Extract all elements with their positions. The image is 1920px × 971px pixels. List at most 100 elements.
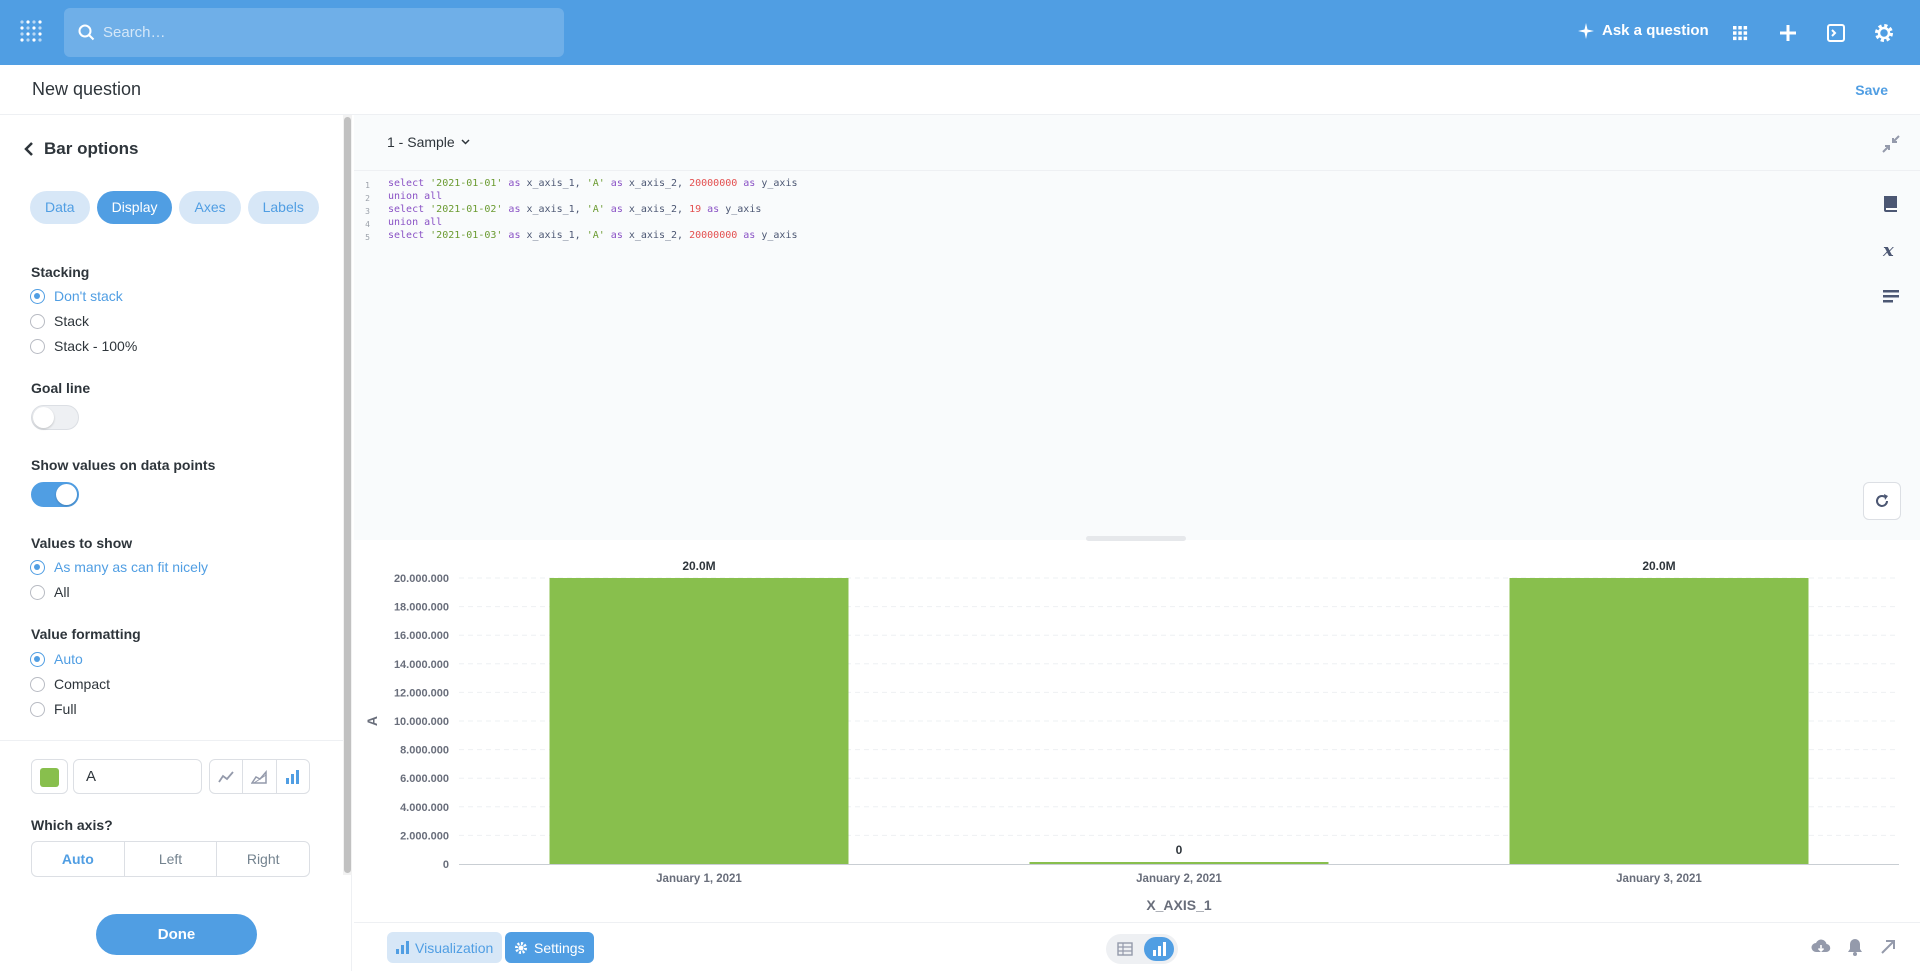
chevron-down-icon xyxy=(461,139,470,145)
run-query-button[interactable] xyxy=(1863,482,1901,520)
radio-stack-100[interactable]: Stack - 100% xyxy=(30,338,137,354)
radio-button[interactable] xyxy=(30,701,45,717)
line-number: 2 xyxy=(365,194,370,203)
code-text: select '2021-01-03' as x_axis_1, 'A' as … xyxy=(388,230,798,241)
scrollbar-thumb[interactable] xyxy=(344,117,351,873)
radio-label: As many as can fit nicely xyxy=(54,559,209,575)
search-input[interactable]: Search… xyxy=(64,8,564,57)
bar[interactable] xyxy=(1509,578,1809,864)
y-tick-label: 10.000.000 xyxy=(394,716,449,728)
axis-auto-option[interactable]: Auto xyxy=(32,842,125,876)
radio-button[interactable] xyxy=(30,338,45,354)
gear-icon[interactable] xyxy=(1872,21,1896,45)
radio-button[interactable] xyxy=(30,651,45,667)
radio-label: Stack xyxy=(54,313,90,329)
refresh-icon xyxy=(1876,494,1888,507)
tab-labels[interactable]: Labels xyxy=(247,191,319,224)
search-icon xyxy=(78,24,95,41)
table-icon xyxy=(1117,942,1133,956)
expand-arrow-icon[interactable] xyxy=(1877,936,1899,958)
sql-editor-icon[interactable] xyxy=(1824,21,1848,45)
settings-tabs: Data Display Axes Labels xyxy=(30,191,319,224)
show-values-toggle[interactable] xyxy=(31,482,79,507)
bar-value-label: 0 xyxy=(1176,843,1183,857)
area-chart-type-button[interactable] xyxy=(243,760,277,793)
bell-icon[interactable] xyxy=(1844,936,1866,958)
radio-button[interactable] xyxy=(30,676,45,692)
bar-chart-icon xyxy=(285,769,299,784)
radio-stack[interactable]: Stack xyxy=(30,313,89,329)
values-to-show-heading: Values to show xyxy=(31,535,133,551)
show-values-heading: Show values on data points xyxy=(31,457,216,473)
table-view-button[interactable] xyxy=(1110,937,1140,961)
plus-icon[interactable] xyxy=(1776,21,1800,45)
series-name-input[interactable]: A xyxy=(73,759,202,794)
y-tick-label: 4.000.000 xyxy=(400,802,449,814)
y-tick-label: 14.000.000 xyxy=(394,659,449,671)
download-icon[interactable] xyxy=(1810,936,1832,958)
grid-icon[interactable] xyxy=(1728,21,1752,45)
y-tick-label: 18.000.000 xyxy=(394,602,449,614)
radio-dont-stack[interactable]: Don't stack xyxy=(30,288,123,304)
done-button[interactable]: Done xyxy=(96,914,257,955)
chevron-left-icon xyxy=(24,142,33,156)
sql-code-area[interactable]: 1 select '2021-01-01' as x_axis_1, 'A' as… xyxy=(354,177,797,242)
goal-line-toggle[interactable] xyxy=(31,405,79,430)
back-to-options-button[interactable]: Bar options xyxy=(24,139,138,159)
radio-full[interactable]: Full xyxy=(30,701,77,717)
code-line[interactable]: 4 union all xyxy=(354,216,797,229)
svg-text:x: x xyxy=(1882,240,1894,261)
tab-axes[interactable]: Axes xyxy=(179,191,241,224)
code-line[interactable]: 3 select '2021-01-02' as x_axis_1, 'A' as… xyxy=(354,203,797,216)
radio-button[interactable] xyxy=(30,313,45,329)
tab-display[interactable]: Display xyxy=(96,191,173,224)
bar[interactable] xyxy=(1029,862,1329,864)
visualization-button[interactable]: Visualization xyxy=(387,932,503,963)
code-line[interactable]: 1 select '2021-01-01' as x_axis_1, 'A' as… xyxy=(354,177,797,190)
metabase-logo[interactable] xyxy=(18,18,46,46)
variable-icon[interactable]: x xyxy=(1880,239,1902,261)
radio-label: Stack - 100% xyxy=(54,338,138,354)
radio-button[interactable] xyxy=(30,584,45,600)
snippets-icon[interactable] xyxy=(1880,285,1902,307)
sparkle-icon xyxy=(1578,22,1594,39)
visualization-label: Visualization xyxy=(415,939,494,956)
code-line[interactable]: 2 union all xyxy=(354,190,797,203)
settings-button[interactable]: Settings xyxy=(505,932,594,963)
bar-chart-icon xyxy=(396,941,409,954)
axis-right-option[interactable]: Right xyxy=(217,842,309,876)
code-line[interactable]: 5 select '2021-01-03' as x_axis_1, 'A' as… xyxy=(354,229,797,242)
radio-button[interactable] xyxy=(30,559,45,575)
x-tick-label: January 2, 2021 xyxy=(1136,873,1222,885)
toggle-knob xyxy=(33,407,54,428)
bar[interactable] xyxy=(549,578,849,864)
radio-all[interactable]: All xyxy=(30,584,70,600)
toggle-knob xyxy=(56,484,77,505)
page-title[interactable]: New question xyxy=(32,79,141,100)
bar-chart-icon xyxy=(1153,942,1166,956)
series-color-picker[interactable] xyxy=(31,759,68,794)
tab-data[interactable]: Data xyxy=(30,191,90,224)
reference-book-icon[interactable] xyxy=(1880,193,1902,215)
ask-question-button[interactable]: Ask a question xyxy=(1578,22,1709,39)
radio-button[interactable] xyxy=(30,288,45,304)
x-tick-label: January 1, 2021 xyxy=(656,873,742,885)
axis-left-option[interactable]: Left xyxy=(125,842,218,876)
radio-fit-nicely[interactable]: As many as can fit nicely xyxy=(30,559,208,575)
line-number: 4 xyxy=(365,220,370,229)
editor-resize-handle[interactable] xyxy=(1086,536,1186,541)
ask-question-label: Ask a question xyxy=(1602,22,1709,39)
chart-view-button[interactable] xyxy=(1144,937,1174,961)
table-chart-toggle[interactable] xyxy=(1106,934,1178,964)
y-tick-label: 0 xyxy=(443,859,449,871)
sidebar-scrollbar[interactable] xyxy=(343,115,352,875)
radio-compact[interactable]: Compact xyxy=(30,676,110,692)
bar-value-label: 20.0M xyxy=(1642,559,1675,573)
query-footer: Visualization Settings xyxy=(354,922,1920,971)
collapse-icon[interactable] xyxy=(1880,133,1902,155)
database-picker[interactable]: 1 - Sample xyxy=(387,134,470,150)
save-button[interactable]: Save xyxy=(1855,82,1888,98)
radio-auto[interactable]: Auto xyxy=(30,651,83,667)
line-chart-type-button[interactable] xyxy=(210,760,244,793)
bar-chart-type-button[interactable] xyxy=(277,760,309,793)
